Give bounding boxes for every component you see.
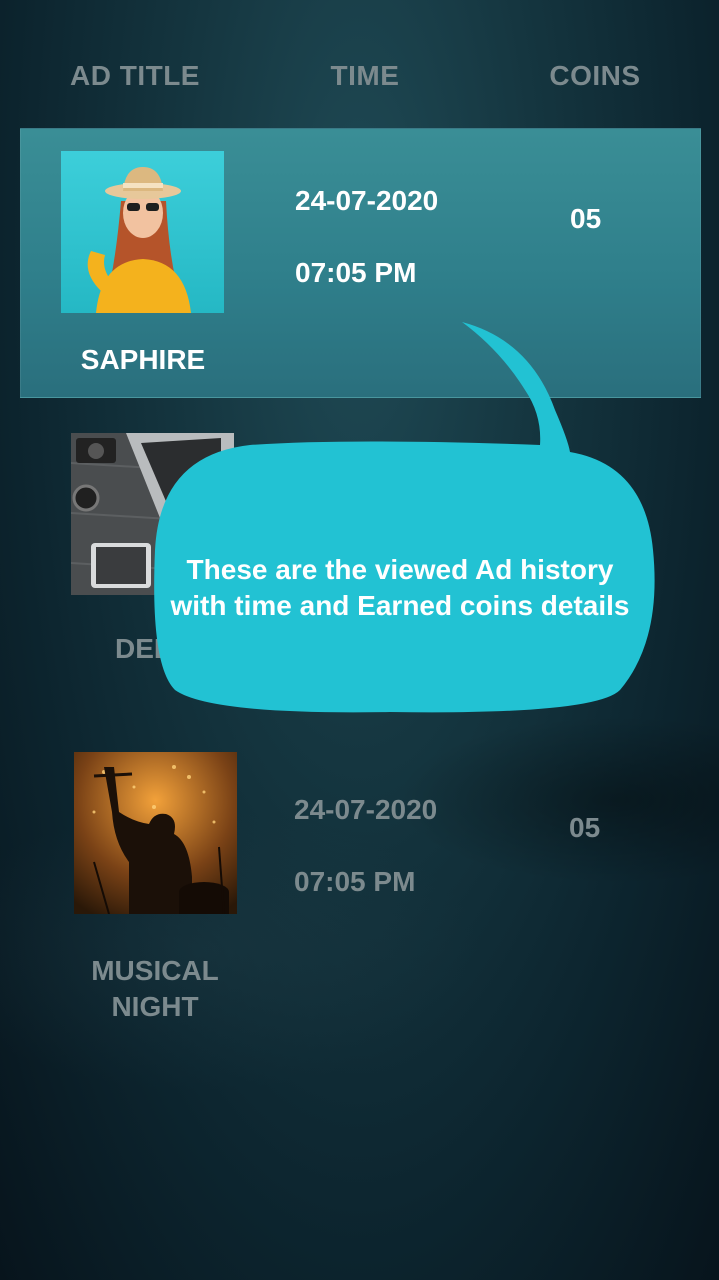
header-ad-title: AD TITLE <box>70 60 200 91</box>
ad-title: MUSICAL NIGHT <box>91 955 219 1022</box>
ad-date: 24-07-2020 <box>294 794 438 825</box>
ad-date: 24-07-2020 <box>295 185 439 216</box>
table-header: AD TITLE TIME COINS <box>0 60 719 100</box>
tooltip-text: These are the viewed Ad history with tim… <box>170 554 630 621</box>
ad-thumbnail-musical-night <box>74 752 237 914</box>
header-coins: COINS <box>549 60 641 91</box>
table-row-musical-night[interactable]: MUSICAL NIGHT 24-07-2020 07:05 PM 05 <box>20 740 699 1040</box>
ad-coins: 05 <box>569 812 601 843</box>
ad-thumbnail-saphire <box>61 151 224 313</box>
ad-time: 07:05 PM <box>294 866 416 897</box>
ad-time: 07:05 PM <box>295 257 417 288</box>
header-time: TIME <box>330 60 400 91</box>
tooltip-bubble <box>154 322 655 713</box>
ad-coins: 05 <box>570 203 602 234</box>
